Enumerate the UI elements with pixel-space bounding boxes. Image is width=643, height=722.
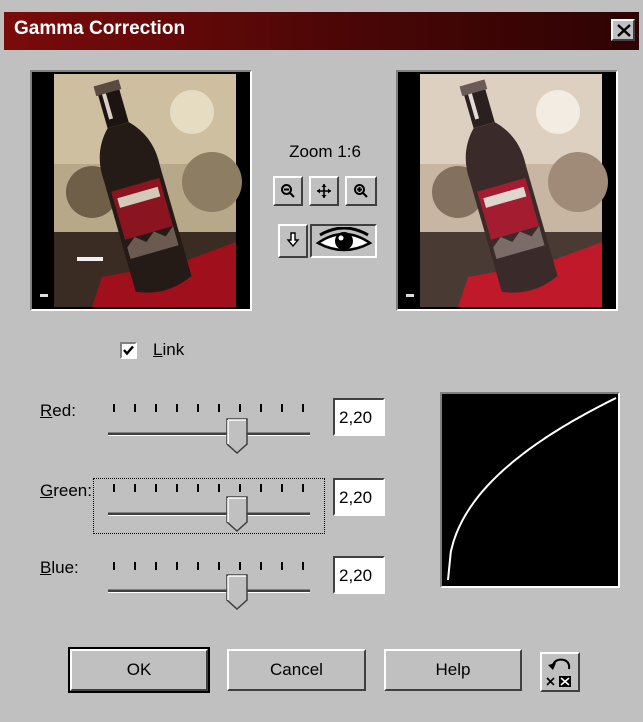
- green-slider-thumb[interactable]: [226, 496, 249, 532]
- navigate-button[interactable]: [278, 224, 308, 258]
- zoom-in-button[interactable]: [345, 176, 377, 206]
- green-slider-track[interactable]: [108, 512, 310, 516]
- green-label: Green:: [40, 481, 92, 500]
- checkmark-icon: [123, 345, 134, 356]
- before-preview[interactable]: [30, 70, 252, 311]
- blue-ticks: [113, 562, 304, 570]
- close-icon: [617, 24, 631, 37]
- red-slider-thumb[interactable]: [226, 418, 249, 454]
- red-slider-track[interactable]: [108, 432, 310, 436]
- preview-toggle-button[interactable]: [310, 224, 377, 258]
- hand-pointer-icon: [286, 232, 300, 248]
- dialog-title: Gamma Correction: [14, 18, 186, 39]
- reset-button[interactable]: [540, 652, 580, 692]
- red-value-input[interactable]: 2,20: [333, 398, 385, 436]
- bottle-image-after: [406, 74, 608, 307]
- help-button[interactable]: Help: [384, 649, 522, 691]
- red-ticks: [113, 404, 304, 412]
- zoom-out-icon: [281, 184, 295, 198]
- blue-label: Blue:: [40, 558, 79, 577]
- zoom-out-button[interactable]: [273, 176, 303, 206]
- eye-icon: [315, 227, 372, 252]
- link-label[interactable]: Link: [153, 340, 184, 360]
- blue-value-input[interactable]: 2,20: [333, 556, 385, 594]
- link-checkbox[interactable]: [120, 342, 137, 359]
- green-value-input[interactable]: 2,20: [333, 478, 385, 516]
- bottle-image-before: [40, 74, 242, 307]
- red-label: Red:: [40, 401, 76, 420]
- green-ticks: [113, 484, 304, 492]
- gamma-curve-line: [447, 397, 617, 581]
- pan-button[interactable]: [309, 176, 339, 206]
- gamma-curve-graph: [440, 392, 620, 588]
- ok-button[interactable]: OK: [68, 647, 210, 693]
- after-preview[interactable]: [396, 70, 618, 311]
- reset-icon: [546, 658, 571, 687]
- gamma-correction-dialog: Gamma Correction Zoom 1:6 Link Red: 2,20…: [0, 0, 643, 722]
- cancel-button[interactable]: Cancel: [227, 649, 366, 691]
- title-bar[interactable]: Gamma Correction: [4, 12, 639, 50]
- zoom-level-label: Zoom 1:6: [289, 142, 361, 161]
- zoom-in-icon: [354, 184, 368, 198]
- pan-icon: [317, 184, 331, 198]
- blue-slider-thumb[interactable]: [226, 574, 249, 610]
- close-button[interactable]: [611, 19, 635, 41]
- blue-slider-track[interactable]: [108, 589, 310, 593]
